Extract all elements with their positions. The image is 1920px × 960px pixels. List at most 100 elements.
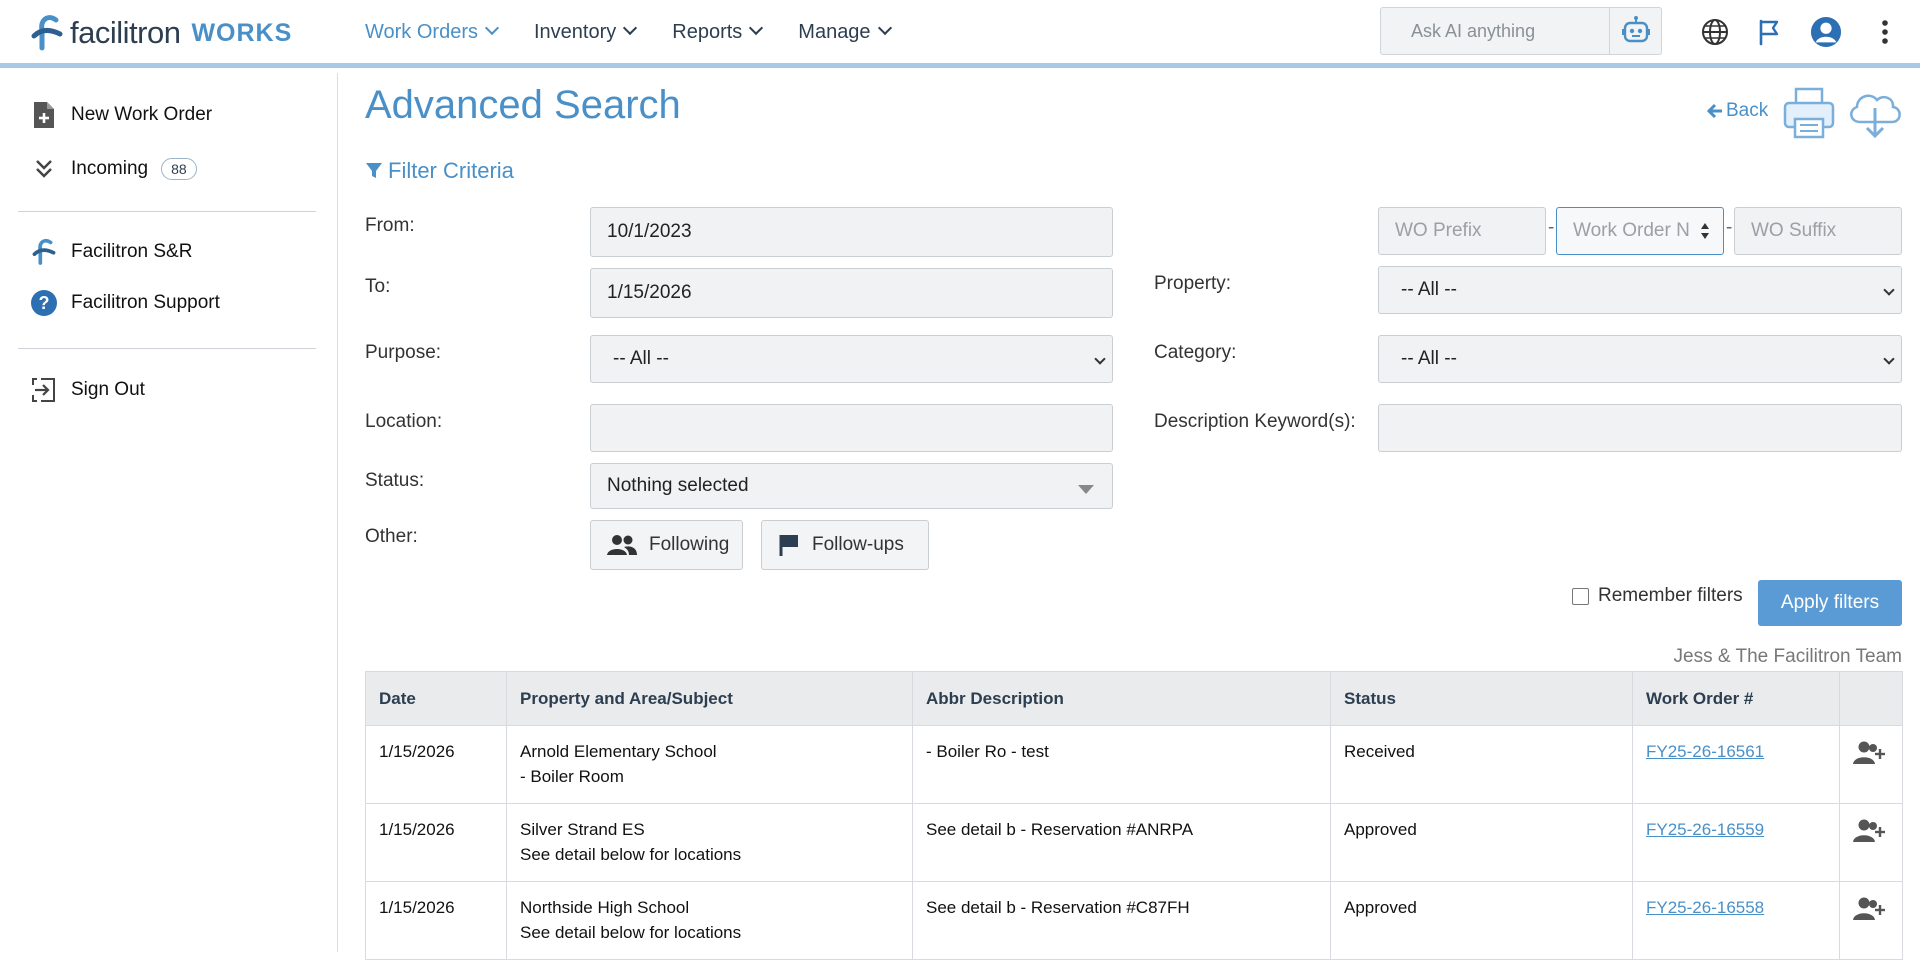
column-header-date[interactable]: Date <box>365 671 507 726</box>
print-button[interactable] <box>1782 86 1836 145</box>
filter-criteria-toggle[interactable]: Filter Criteria <box>365 158 514 184</box>
nav-work-orders[interactable]: Work Orders <box>365 20 500 44</box>
sidebar-item-new-work-order[interactable]: New Work Order <box>30 101 212 129</box>
flag-icon <box>778 533 800 557</box>
status-multiselect[interactable]: Nothing selected <box>590 463 1113 509</box>
table-row[interactable]: 1/15/2026 Silver Strand ES See detail be… <box>365 803 1903 882</box>
back-label: Back <box>1726 100 1769 121</box>
cloud-download-icon <box>1850 94 1901 139</box>
sidebar-item-sign-out[interactable]: Sign Out <box>30 376 145 404</box>
sign-out-icon <box>30 376 58 404</box>
add-follower-icon[interactable] <box>1853 740 1885 766</box>
sidebar: New Work Order Incoming 88 Facilitron S&… <box>0 73 338 952</box>
chevron-down-icon <box>1883 284 1895 296</box>
category-label: Category: <box>1154 342 1237 363</box>
property-selected-value: -- All -- <box>1401 279 1457 300</box>
table-header-row: Date Property and Area/Subject Abbr Desc… <box>365 671 1903 726</box>
chevron-down-icon <box>1883 353 1895 365</box>
property-name: Northside High School <box>520 898 690 917</box>
location-field[interactable] <box>590 404 1113 452</box>
cell-date: 1/15/2026 <box>365 881 507 960</box>
property-area: - Boiler Room <box>520 767 624 786</box>
ai-assistant-button[interactable] <box>1609 8 1661 54</box>
wo-prefix-field[interactable] <box>1378 207 1546 255</box>
more-vertical-icon <box>1882 20 1888 44</box>
cell-description: - Boiler Ro - test <box>912 725 1331 804</box>
to-label: To: <box>365 276 391 297</box>
wo-suffix-field[interactable] <box>1734 207 1902 255</box>
globe-icon <box>1702 19 1728 45</box>
nav-reports[interactable]: Reports <box>672 20 764 44</box>
chevron-down-icon <box>623 20 638 36</box>
download-button[interactable] <box>1846 86 1904 145</box>
property-select[interactable]: -- All -- <box>1378 266 1902 314</box>
nav-work-orders-label: Work Orders <box>365 20 478 43</box>
chevron-down-icon <box>1094 353 1106 365</box>
remember-filters-option[interactable]: Remember filters <box>1572 585 1743 607</box>
property-label: Property: <box>1154 273 1232 294</box>
robot-icon <box>1621 16 1650 43</box>
add-follower-icon[interactable] <box>1853 896 1885 922</box>
cell-actions <box>1839 803 1903 882</box>
cell-property: Silver Strand ES See detail below for lo… <box>506 803 913 882</box>
status-selected-value: Nothing selected <box>607 475 749 496</box>
cell-description: See detail b - Reservation #C87FH <box>912 881 1331 960</box>
chevron-down-icon <box>484 20 500 36</box>
remember-filters-label: Remember filters <box>1598 585 1743 606</box>
language-button[interactable] <box>1699 16 1731 48</box>
sidebar-item-incoming[interactable]: Incoming 88 <box>30 155 197 183</box>
cell-actions <box>1839 881 1903 960</box>
add-follower-icon[interactable] <box>1853 818 1885 844</box>
to-date-field[interactable] <box>590 268 1113 318</box>
sidebar-item-facilitron-support[interactable]: ? Facilitron Support <box>30 289 220 317</box>
back-button[interactable]: Back <box>1707 100 1768 122</box>
nav-manage[interactable]: Manage <box>798 21 892 44</box>
cell-status: Received <box>1330 725 1633 804</box>
user-menu-button[interactable] <box>1810 16 1842 48</box>
ai-search-input[interactable] <box>1381 8 1609 54</box>
arrow-left-icon <box>1707 103 1722 119</box>
facilitron-works-logo[interactable]: facilitron WORKS <box>30 14 292 52</box>
facilitron-logo-icon <box>30 238 58 266</box>
follow-ups-button[interactable]: Follow-ups <box>761 520 929 570</box>
column-header-actions <box>1839 671 1903 726</box>
column-header-description[interactable]: Abbr Description <box>912 671 1331 726</box>
nav-inventory[interactable]: Inventory <box>534 20 638 44</box>
nav-reports-label: Reports <box>672 20 743 43</box>
cell-status: Approved <box>1330 881 1633 960</box>
column-header-property[interactable]: Property and Area/Subject <box>506 671 913 726</box>
work-order-link[interactable]: FY25-26-16559 <box>1646 820 1764 839</box>
table-row[interactable]: 1/15/2026 Arnold Elementary School - Boi… <box>365 725 1903 804</box>
category-select[interactable]: -- All -- <box>1378 335 1902 383</box>
column-header-work-order[interactable]: Work Order # <box>1632 671 1840 726</box>
property-area: See detail below for locations <box>520 923 742 942</box>
location-label: Location: <box>365 411 443 432</box>
wo-dash-separator: - <box>1548 217 1555 238</box>
sidebar-item-label: Facilitron Support <box>71 292 220 313</box>
cell-status: Approved <box>1330 803 1633 882</box>
following-button[interactable]: Following <box>590 520 743 570</box>
apply-filters-button[interactable]: Apply filters <box>1758 580 1902 626</box>
cell-property: Northside High School See detail below f… <box>506 881 913 960</box>
cell-description: See detail b - Reservation #ANRPA <box>912 803 1331 882</box>
new-document-icon <box>30 101 58 129</box>
column-header-status[interactable]: Status <box>1330 671 1633 726</box>
flag-button[interactable] <box>1753 16 1785 48</box>
purpose-select[interactable]: -- All -- <box>590 335 1113 383</box>
work-order-link[interactable]: FY25-26-16561 <box>1646 742 1764 761</box>
from-date-field[interactable] <box>590 207 1113 257</box>
wo-number-field[interactable] <box>1556 207 1724 255</box>
follow-ups-label: Follow-ups <box>812 534 904 555</box>
cell-date: 1/15/2026 <box>365 725 507 804</box>
number-spinner-icon[interactable] <box>1700 221 1710 241</box>
purpose-label: Purpose: <box>365 342 442 363</box>
cell-date: 1/15/2026 <box>365 803 507 882</box>
description-keywords-field[interactable] <box>1378 404 1902 452</box>
work-order-link[interactable]: FY25-26-16558 <box>1646 898 1764 917</box>
sidebar-item-facilitron-sr[interactable]: Facilitron S&R <box>30 238 192 266</box>
double-chevron-down-icon <box>30 155 58 183</box>
wo-dash-separator: - <box>1726 217 1733 238</box>
remember-filters-checkbox[interactable] <box>1572 587 1589 605</box>
more-options-button[interactable] <box>1869 16 1901 48</box>
table-row[interactable]: 1/15/2026 Northside High School See deta… <box>365 881 1903 960</box>
